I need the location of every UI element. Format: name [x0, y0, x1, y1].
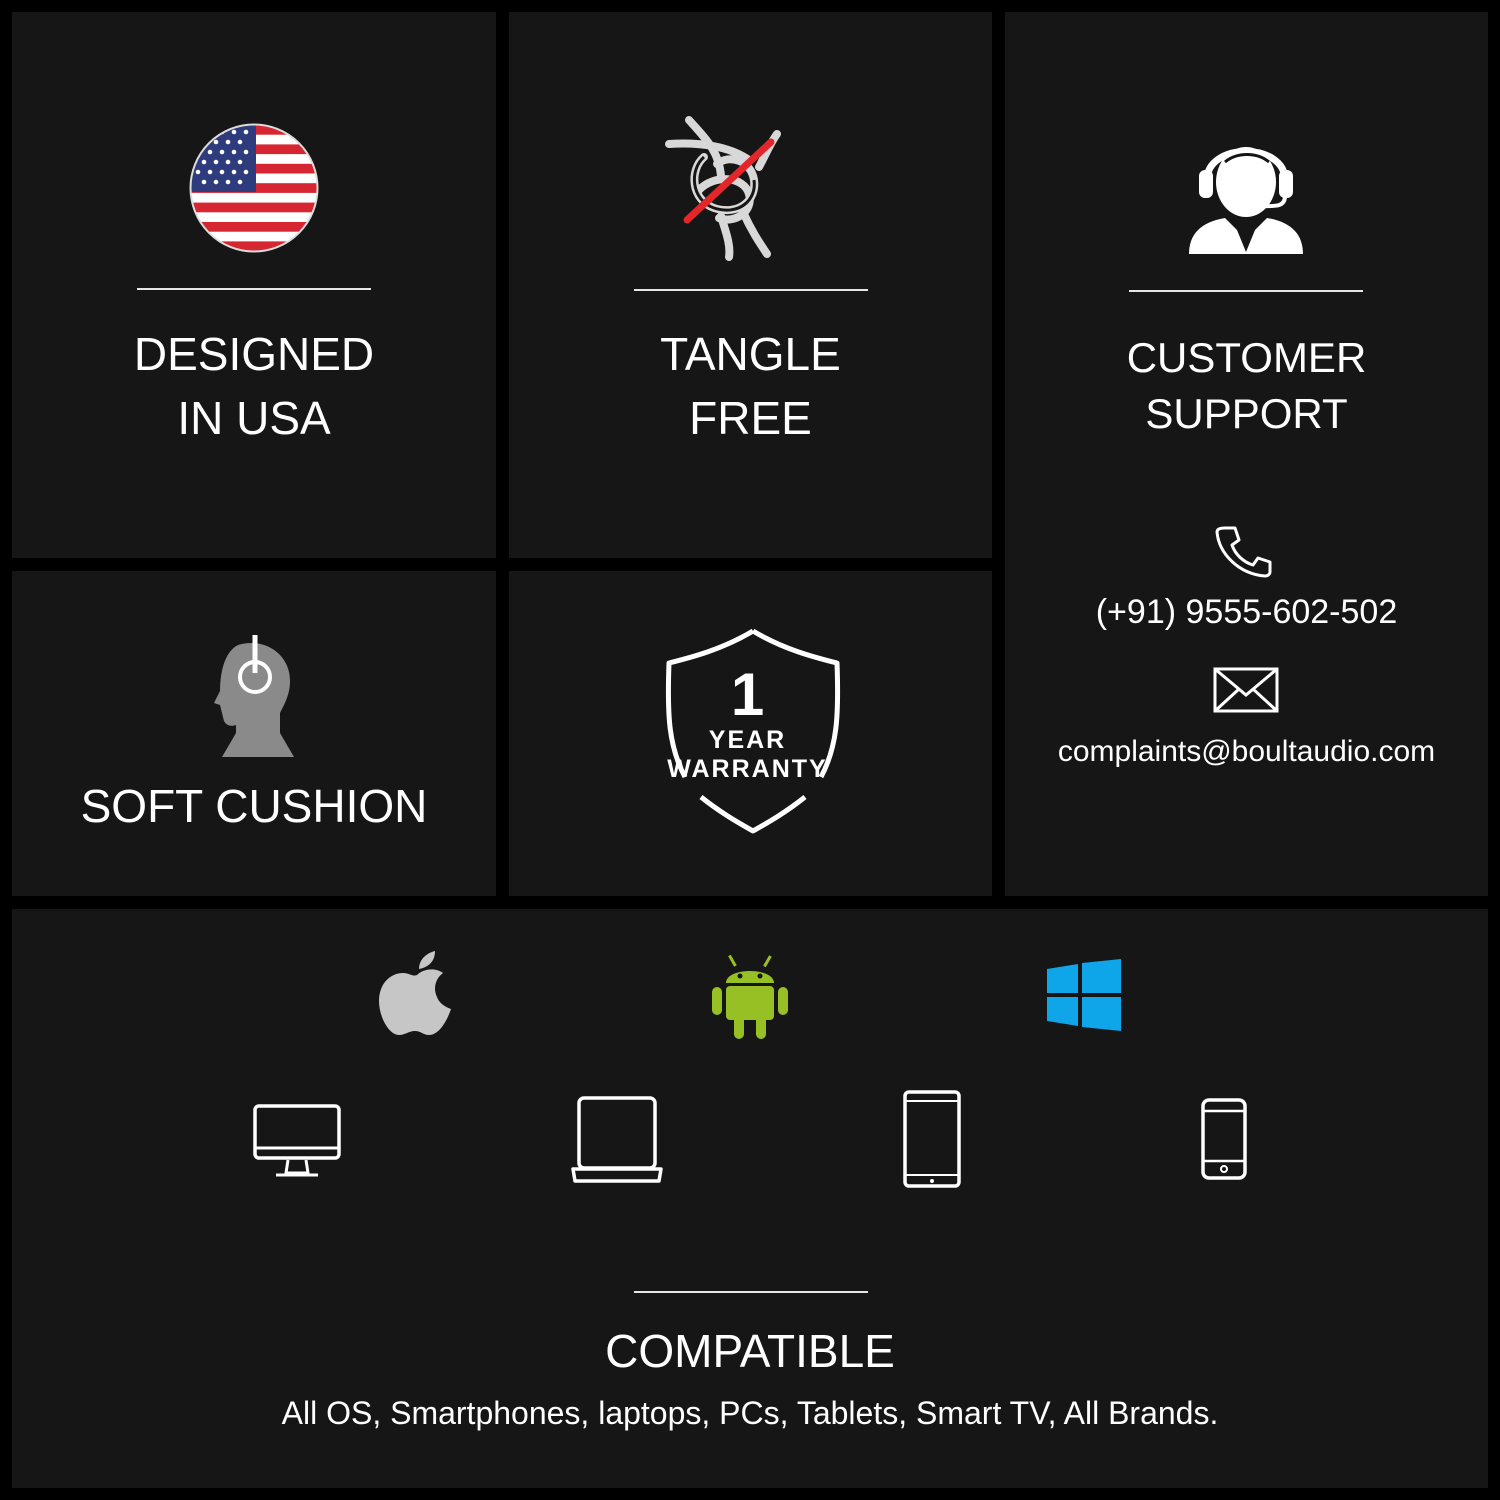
smartphone-icon: [1201, 1098, 1247, 1180]
windows-icon: [1047, 959, 1121, 1031]
knotted-cable-crossed-icon: [665, 116, 781, 261]
designed-line-2: IN USA: [177, 392, 331, 444]
warranty-line-1: YEAR: [708, 726, 787, 754]
warranty-line-2: WARRANTY: [667, 755, 828, 783]
support-line-2: SUPPORT: [1145, 390, 1348, 437]
designed-in-usa-title: DESIGNED IN USA: [12, 322, 496, 450]
compatible-subtitle: All OS, Smartphones, laptops, PCs, Table…: [281, 1395, 1219, 1431]
designed-in-usa-panel: DESIGNED IN USA: [12, 12, 496, 558]
soft-cushion-panel: SOFT CUSHION: [12, 571, 496, 896]
divider-line: [137, 288, 371, 290]
laptop-icon: [571, 1096, 663, 1183]
divider-line: [634, 1291, 868, 1293]
designed-line-1: DESIGNED: [133, 328, 375, 380]
warranty-number: 1: [730, 661, 765, 728]
customer-support-title: CUSTOMER SUPPORT: [1005, 330, 1488, 442]
customer-support-panel: CUSTOMER SUPPORT (+91) 9555-602-502 comp…: [1005, 12, 1488, 896]
support-email[interactable]: complaints@boultaudio.com: [1005, 734, 1488, 770]
apple-icon: [379, 951, 451, 1035]
divider-line: [634, 289, 868, 291]
compatible-panel: COMPATIBLE All OS, Smartphones, laptops,…: [12, 909, 1488, 1488]
phone-icon: [1215, 526, 1272, 578]
tablet-icon: [903, 1090, 961, 1188]
tangle-free-title: TANGLE FREE: [509, 322, 992, 450]
tangle-line-2: FREE: [689, 392, 812, 444]
support-line-1: CUSTOMER: [1126, 334, 1367, 381]
customer-support-agent-icon: [1189, 147, 1303, 254]
email-icon: [1213, 667, 1279, 713]
soft-cushion-title: SOFT CUSHION: [80, 780, 428, 832]
tangle-line-1: TANGLE: [660, 328, 841, 380]
monitor-icon: [253, 1104, 341, 1177]
tangle-free-panel: TANGLE FREE: [509, 12, 992, 558]
support-phone[interactable]: (+91) 9555-602-502: [1005, 592, 1488, 632]
head-with-headphones-icon: [214, 635, 294, 757]
us-flag-icon: [189, 123, 319, 253]
compatible-title: COMPATIBLE: [605, 1325, 895, 1377]
divider-line: [1129, 290, 1363, 292]
android-icon: [712, 954, 788, 1039]
warranty-panel: 1 YEAR WARRANTY: [509, 571, 992, 896]
